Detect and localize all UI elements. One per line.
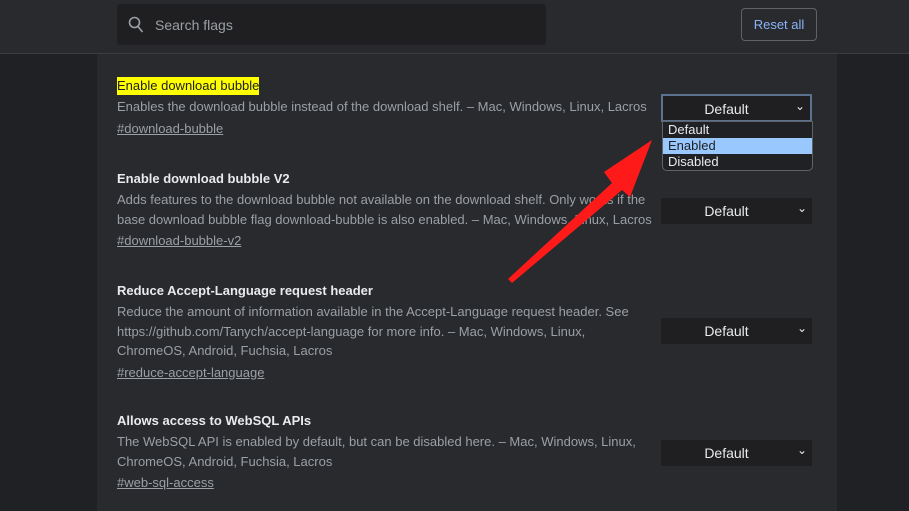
select-value: Default bbox=[704, 203, 749, 219]
flag-description: The WebSQL API is enabled by default, bu… bbox=[117, 434, 636, 469]
flag-link[interactable]: #web-sql-access bbox=[117, 473, 214, 493]
search-icon bbox=[128, 16, 144, 33]
option-default[interactable]: Default bbox=[663, 122, 812, 138]
flag-item: Allows access to WebSQL APIs The WebSQL … bbox=[117, 412, 637, 493]
flag-select[interactable]: Default ⌄ bbox=[661, 318, 812, 344]
flag-title: Enable download bubble V2 bbox=[117, 171, 290, 186]
flag-title: Enable download bubble bbox=[117, 77, 260, 95]
chevron-down-icon: ⌄ bbox=[796, 201, 807, 215]
flag-item: Enable download bubble Enables the downl… bbox=[117, 77, 652, 139]
flag-description: Adds features to the download bubble not… bbox=[117, 192, 652, 227]
flag-link[interactable]: #download-bubble bbox=[117, 119, 223, 139]
search-input[interactable] bbox=[153, 14, 537, 36]
flag-description: Enables the download bubble instead of t… bbox=[117, 99, 647, 114]
search-box[interactable] bbox=[117, 4, 546, 45]
option-enabled[interactable]: Enabled bbox=[663, 138, 812, 154]
flag-title: Reduce Accept-Language request header bbox=[117, 283, 373, 298]
flag-select[interactable]: Default ⌄ bbox=[661, 94, 812, 122]
header: Reset all bbox=[0, 0, 909, 54]
flag-item: Reduce Accept-Language request header Re… bbox=[117, 282, 652, 383]
select-value: Default bbox=[704, 323, 749, 339]
reset-all-button[interactable]: Reset all bbox=[741, 8, 817, 41]
flag-link[interactable]: #download-bubble-v2 bbox=[117, 231, 241, 251]
select-value: Default bbox=[704, 101, 749, 117]
flag-title: Allows access to WebSQL APIs bbox=[117, 413, 312, 428]
flag-select[interactable]: Default ⌄ bbox=[661, 198, 812, 224]
chevron-down-icon: ⌄ bbox=[796, 321, 807, 335]
flag-item: Enable download bubble V2 Adds features … bbox=[117, 170, 657, 251]
select-value: Default bbox=[704, 445, 749, 461]
flag-link[interactable]: #reduce-accept-language bbox=[117, 363, 264, 383]
chevron-down-icon: ⌄ bbox=[794, 99, 805, 113]
flag-select[interactable]: Default ⌄ bbox=[661, 440, 812, 466]
chevron-down-icon: ⌄ bbox=[796, 443, 807, 457]
flag-description: Reduce the amount of information availab… bbox=[117, 304, 629, 358]
option-disabled[interactable]: Disabled bbox=[663, 154, 812, 170]
dropdown-menu: Default Enabled Disabled bbox=[662, 121, 813, 171]
